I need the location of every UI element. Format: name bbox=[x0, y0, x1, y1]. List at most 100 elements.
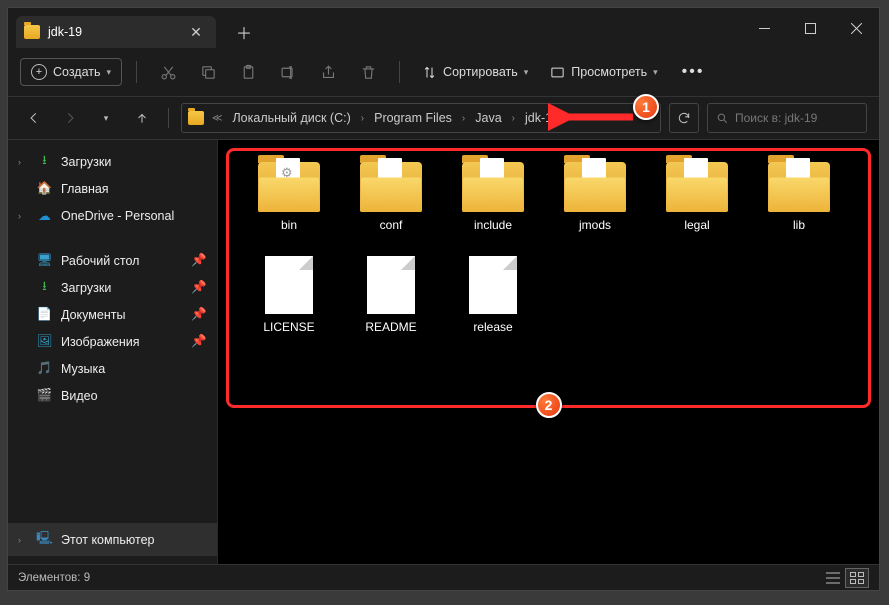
sort-button[interactable]: Сортировать ▾ bbox=[414, 60, 536, 85]
file-item[interactable]: LICENSE bbox=[244, 256, 334, 334]
details-view-button[interactable] bbox=[821, 568, 845, 588]
sidebar-item-desktop[interactable]: 🖥Рабочий стол📌 bbox=[8, 247, 217, 274]
item-label: bin bbox=[281, 218, 297, 232]
maximize-button[interactable] bbox=[787, 8, 833, 48]
sidebar-item-home[interactable]: 🏠Главная bbox=[8, 175, 217, 202]
items-grid: bin conf include jmods legal lib LICENSE README… bbox=[230, 152, 867, 344]
chevron-right-icon: › bbox=[357, 113, 368, 124]
back-button[interactable] bbox=[20, 104, 48, 132]
item-label: jmods bbox=[579, 218, 611, 232]
folder-item[interactable]: lib bbox=[754, 162, 844, 232]
folder-item[interactable]: jmods bbox=[550, 162, 640, 232]
content-area[interactable]: bin conf include jmods legal lib LICENSE README… bbox=[218, 140, 879, 564]
toolbar: + Создать ▾ Сортировать ▾ Просмотреть ▾ … bbox=[8, 48, 879, 96]
icons-view-button[interactable] bbox=[845, 568, 869, 588]
sidebar-item-documents[interactable]: 📄Документы📌 bbox=[8, 301, 217, 328]
crumb-0[interactable]: Локальный диск (C:) bbox=[228, 109, 354, 127]
titlebar: jdk-19 ✕ ＋ bbox=[8, 8, 879, 48]
chevron-icon: ≪ bbox=[208, 113, 226, 124]
crumb-3[interactable]: jdk-19 bbox=[521, 109, 563, 127]
view-label: Просмотреть bbox=[571, 65, 647, 79]
chevron-right-icon: › bbox=[565, 113, 576, 124]
chevron-right-icon: › bbox=[18, 157, 21, 167]
folder-icon bbox=[564, 162, 626, 212]
item-label: lib bbox=[793, 218, 805, 232]
folder-item[interactable]: include bbox=[448, 162, 538, 232]
folder-icon bbox=[258, 162, 320, 212]
plus-icon: + bbox=[31, 64, 47, 80]
file-item[interactable]: release bbox=[448, 256, 538, 334]
recent-button[interactable]: ▾ bbox=[92, 104, 120, 132]
new-tab-button[interactable]: ＋ bbox=[228, 16, 260, 48]
close-button[interactable] bbox=[833, 8, 879, 48]
status-bar: Элементов: 9 bbox=[8, 564, 879, 590]
pin-icon: 📌 bbox=[191, 334, 207, 349]
sidebar-label: Видео bbox=[61, 389, 98, 403]
tab-close-button[interactable]: ✕ bbox=[186, 24, 206, 41]
sidebar-item-onedrive[interactable]: ›☁OneDrive - Personal bbox=[8, 202, 217, 229]
item-label: README bbox=[365, 320, 416, 334]
cut-button[interactable] bbox=[151, 55, 185, 89]
folder-icon bbox=[24, 25, 40, 39]
image-icon: 🖼 bbox=[36, 333, 53, 350]
file-icon bbox=[265, 256, 313, 314]
download-icon: ⭳ bbox=[36, 153, 53, 170]
download-icon: ⭳ bbox=[36, 279, 53, 296]
more-button[interactable]: ••• bbox=[672, 58, 715, 86]
crumb-1[interactable]: Program Files bbox=[370, 109, 456, 127]
file-item[interactable]: README bbox=[346, 256, 436, 334]
sidebar-item-pictures[interactable]: 🖼Изображения📌 bbox=[8, 328, 217, 355]
chevron-right-icon: › bbox=[18, 535, 21, 545]
new-button[interactable]: + Создать ▾ bbox=[20, 58, 122, 86]
sidebar-label: Этот компьютер bbox=[61, 533, 154, 547]
body: ›⭳Загрузки 🏠Главная ›☁OneDrive - Persona… bbox=[8, 140, 879, 564]
file-icon bbox=[469, 256, 517, 314]
folder-item[interactable]: conf bbox=[346, 162, 436, 232]
search-input[interactable]: Поиск в: jdk-19 bbox=[707, 103, 867, 133]
breadcrumb[interactable]: ≪ Локальный диск (C:) › Program Files › … bbox=[181, 103, 661, 133]
search-placeholder: Поиск в: jdk-19 bbox=[735, 111, 817, 125]
chevron-right-icon: › bbox=[458, 113, 469, 124]
status-count: 9 bbox=[84, 572, 90, 584]
folder-icon bbox=[462, 162, 524, 212]
sidebar-label: Загрузки bbox=[61, 155, 111, 169]
sidebar-item-thispc[interactable]: › 🖳 Этот компьютер bbox=[8, 523, 217, 556]
crumb-2[interactable]: Java bbox=[471, 109, 505, 127]
item-label: conf bbox=[380, 218, 403, 232]
sidebar-item-videos[interactable]: 🎬Видео bbox=[8, 382, 217, 409]
new-button-label: Создать bbox=[53, 65, 101, 79]
folder-item[interactable]: legal bbox=[652, 162, 742, 232]
tab-active[interactable]: jdk-19 ✕ bbox=[16, 16, 216, 48]
sidebar-item-music[interactable]: 🎵Музыка bbox=[8, 355, 217, 382]
forward-button[interactable] bbox=[56, 104, 84, 132]
folder-item[interactable]: bin bbox=[244, 162, 334, 232]
folder-icon bbox=[188, 111, 204, 125]
sidebar-item-downloads2[interactable]: ⭳ Загрузки 📌 bbox=[8, 274, 217, 301]
pin-icon: 📌 bbox=[191, 253, 207, 268]
refresh-button[interactable] bbox=[669, 103, 699, 133]
tab-title: jdk-19 bbox=[48, 25, 178, 39]
sidebar-item-downloads[interactable]: › ⭳ Загрузки bbox=[8, 148, 217, 175]
item-label: include bbox=[474, 218, 512, 232]
chevron-down-icon: ▾ bbox=[653, 67, 658, 78]
pin-icon: 📌 bbox=[191, 280, 207, 295]
folder-icon bbox=[666, 162, 728, 212]
paste-button[interactable] bbox=[231, 55, 265, 89]
cloud-icon: ☁ bbox=[36, 207, 53, 224]
rename-button[interactable] bbox=[271, 55, 305, 89]
pin-icon: 📌 bbox=[191, 307, 207, 322]
delete-button[interactable] bbox=[351, 55, 385, 89]
folder-icon bbox=[768, 162, 830, 212]
share-button[interactable] bbox=[311, 55, 345, 89]
explorer-window: jdk-19 ✕ ＋ + Создать ▾ Сортировать ▾ Про bbox=[7, 7, 880, 591]
document-icon: 📄 bbox=[36, 306, 53, 323]
up-button[interactable] bbox=[128, 104, 156, 132]
view-button[interactable]: Просмотреть ▾ bbox=[542, 60, 665, 85]
sidebar-label: Загрузки bbox=[61, 281, 111, 295]
copy-button[interactable] bbox=[191, 55, 225, 89]
desktop-icon: 🖥 bbox=[36, 252, 53, 269]
minimize-button[interactable] bbox=[741, 8, 787, 48]
computer-icon: 🖳 bbox=[36, 531, 53, 548]
chevron-down-icon: ▾ bbox=[524, 67, 529, 78]
chevron-right-icon: › bbox=[18, 211, 21, 221]
